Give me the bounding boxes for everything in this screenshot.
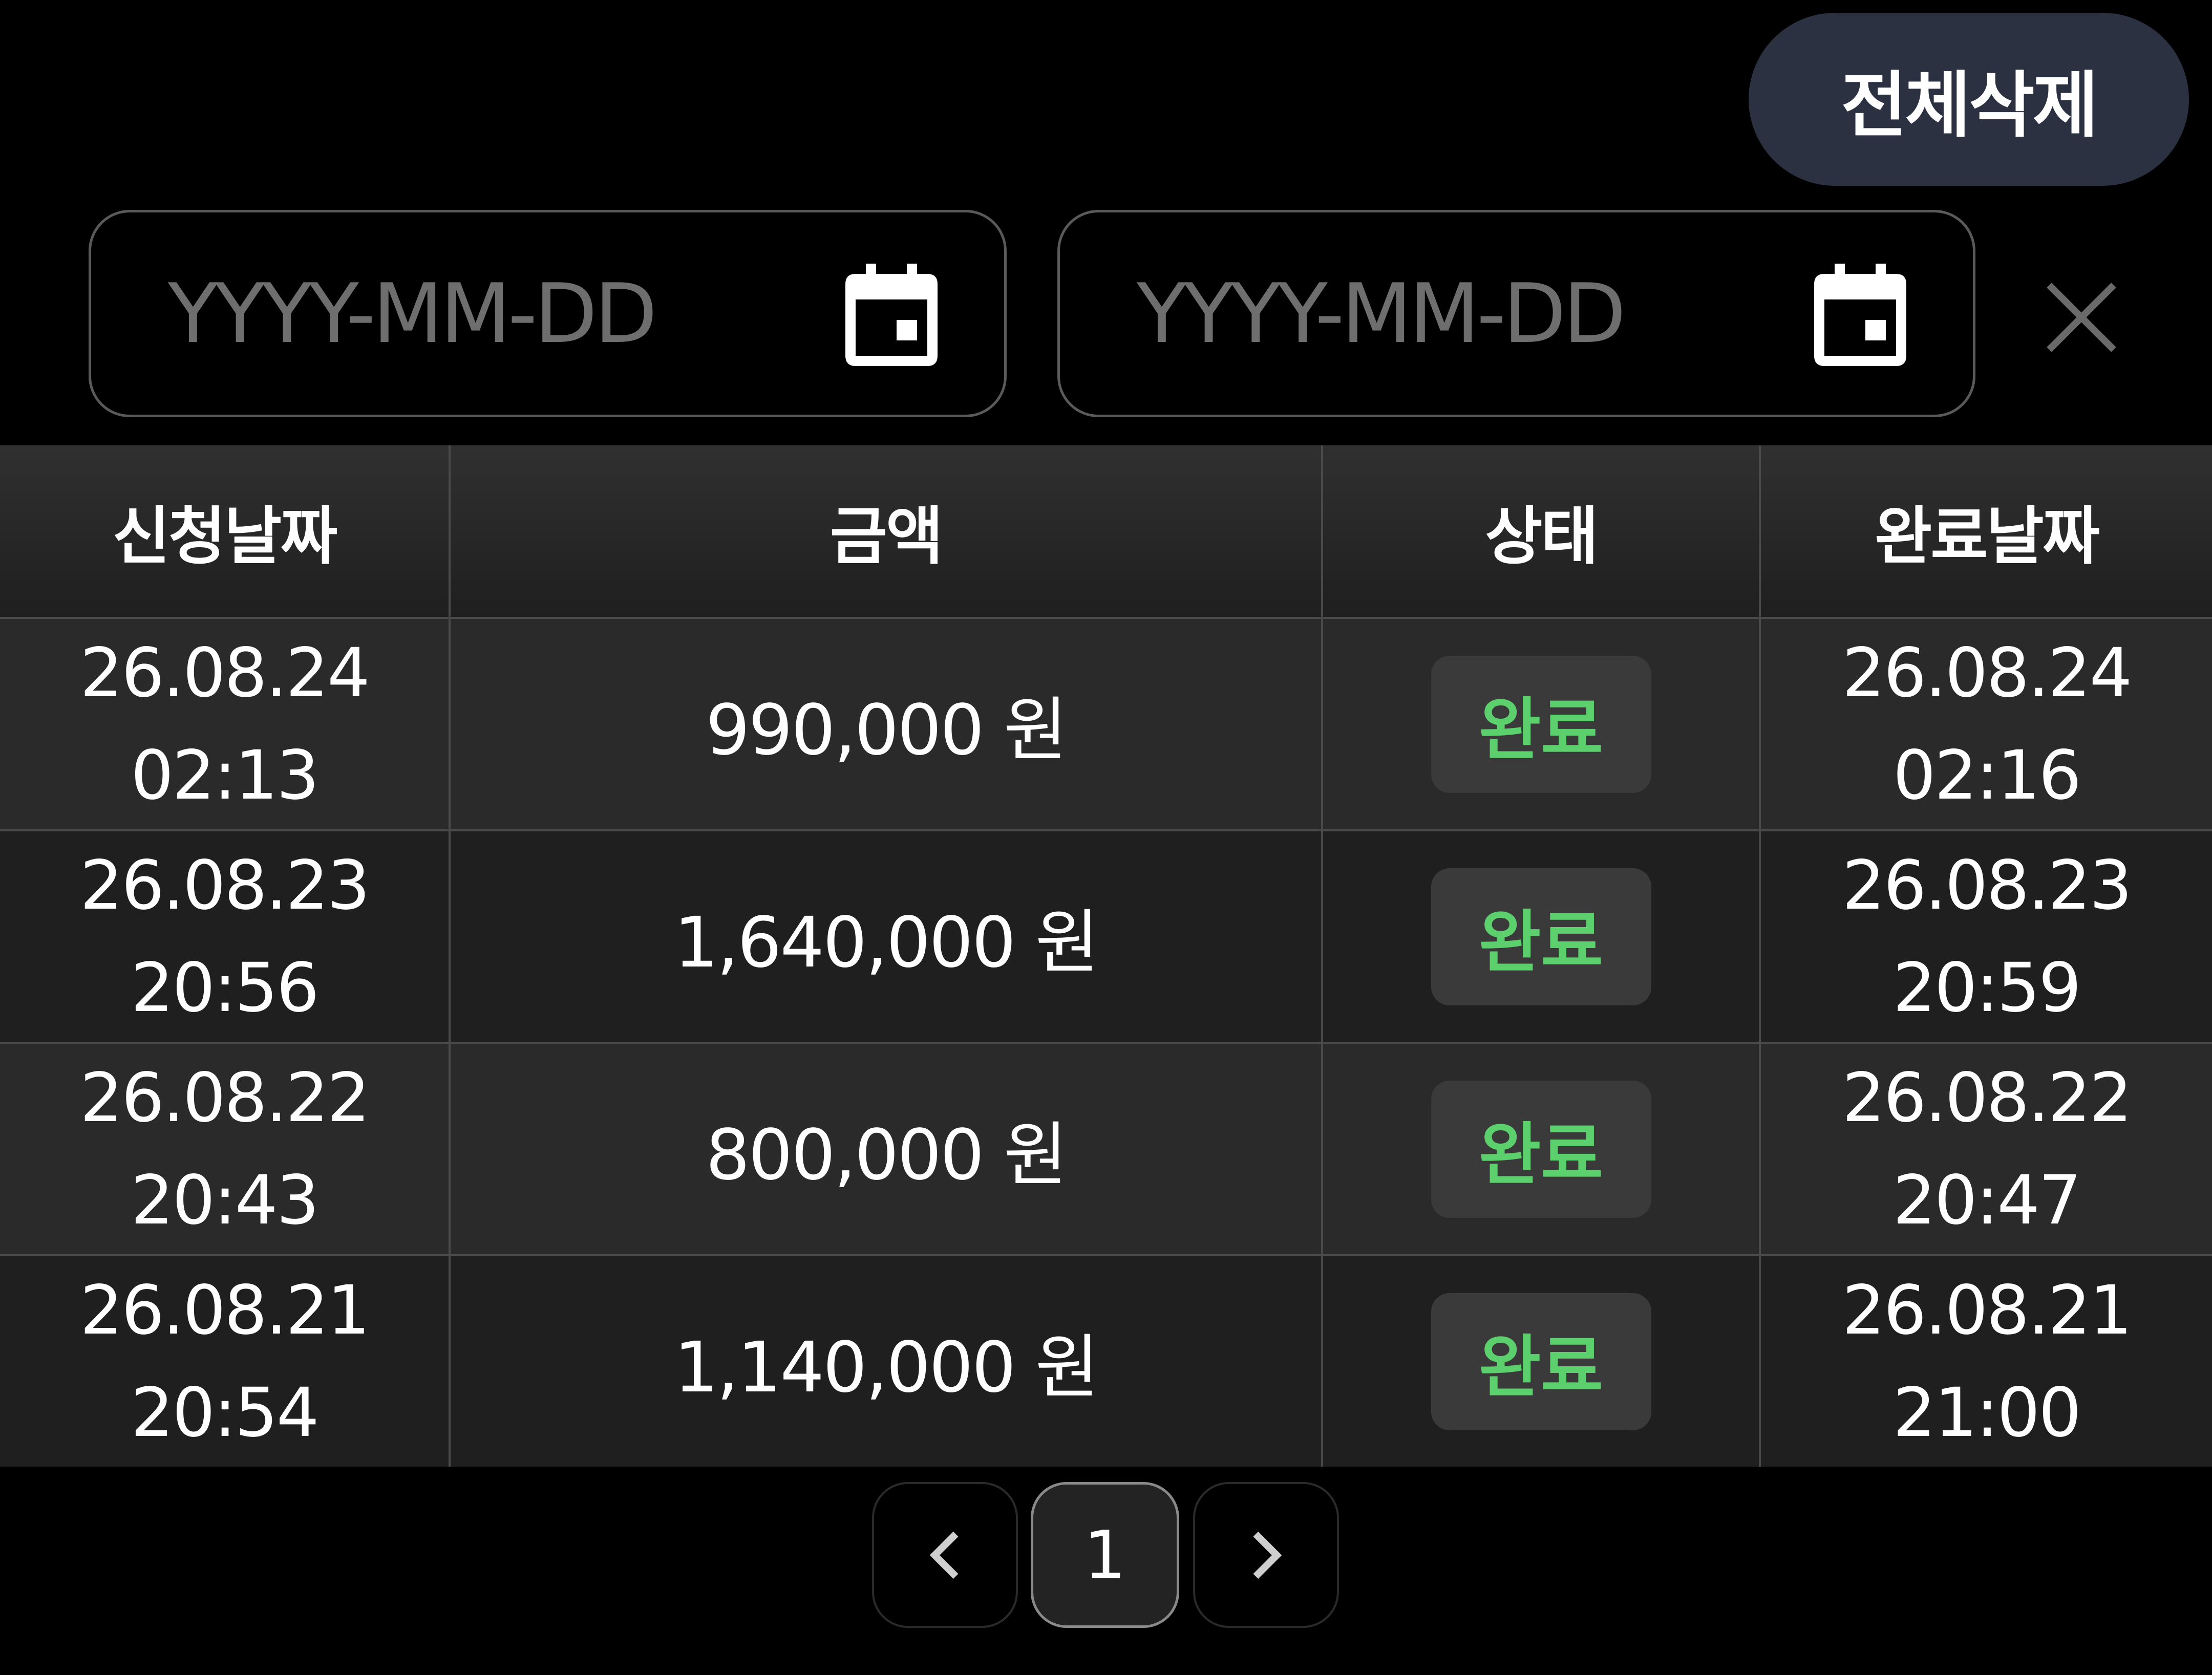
status-badge: 완료	[1431, 1293, 1651, 1430]
amount: 1,640,000 원	[451, 831, 1323, 1042]
complete-date: 26.08.24	[1842, 633, 2133, 713]
status-badge: 완료	[1431, 655, 1651, 793]
page-number-button[interactable]: 1	[1031, 1482, 1179, 1628]
delete-all-button[interactable]: 전체삭제	[1749, 13, 2189, 186]
amount: 1,140,000 원	[451, 1256, 1323, 1467]
request-date: 26.08.21	[80, 1271, 370, 1350]
status-badge: 완료	[1431, 1080, 1651, 1218]
request-time: 20:56	[131, 948, 319, 1027]
prev-page-button[interactable]	[872, 1482, 1018, 1628]
header-status: 상태	[1323, 445, 1761, 617]
end-date-input[interactable]	[1137, 266, 1802, 361]
request-date: 26.08.22	[80, 1058, 370, 1137]
request-datetime: 26.08.23 20:56	[0, 831, 451, 1042]
request-datetime: 26.08.22 20:43	[0, 1044, 451, 1254]
header-complete-date: 완료날짜	[1875, 500, 2100, 573]
complete-date: 26.08.21	[1842, 1271, 2133, 1350]
amount: 990,000 원	[451, 619, 1323, 829]
complete-date: 26.08.22	[1842, 1058, 2133, 1137]
status-cell: 완료	[1323, 1256, 1761, 1467]
status-cell: 완료	[1323, 619, 1761, 829]
withdrawal-history-page: 전체삭제 신청날짜 금액 상태 완료날짜 26.	[0, 0, 2212, 1675]
request-time: 02:13	[131, 736, 319, 815]
request-time: 20:43	[131, 1161, 319, 1240]
header-request-date: 신청날짜	[0, 445, 451, 617]
complete-time: 21:00	[1892, 1373, 2081, 1452]
table-header: 신청날짜 금액 상태 완료날짜	[0, 445, 2212, 617]
request-datetime: 26.08.24 02:13	[0, 619, 451, 829]
chevron-right-icon	[1253, 1531, 1282, 1579]
history-table: 신청날짜 금액 상태 완료날짜 26.08.24 02:13 990,000 원…	[0, 445, 2212, 1467]
start-date-input[interactable]	[168, 266, 834, 361]
chevron-left-icon	[929, 1531, 958, 1579]
next-page-button[interactable]	[1193, 1482, 1339, 1628]
start-date-field[interactable]	[89, 210, 1007, 417]
complete-time: 20:59	[1892, 948, 2081, 1027]
header-amount: 금액	[451, 445, 1323, 617]
complete-time: 02:16	[1892, 736, 2081, 815]
calendar-icon[interactable]	[1814, 264, 1906, 366]
request-datetime: 26.08.21 20:54	[0, 1256, 451, 1467]
amount: 800,000 원	[451, 1044, 1323, 1254]
request-date: 26.08.23	[80, 846, 370, 925]
end-date-field[interactable]	[1057, 210, 1975, 417]
calendar-icon[interactable]	[845, 264, 938, 366]
table-row: 26.08.24 02:13 990,000 원 완료 26.08.24 02:…	[0, 617, 2212, 829]
status-badge: 완료	[1431, 868, 1651, 1005]
complete-time: 20:47	[1892, 1161, 2081, 1240]
status-cell: 완료	[1323, 1044, 1761, 1254]
complete-datetime: 26.08.23 20:59	[1761, 831, 2212, 1042]
request-time: 20:54	[131, 1373, 319, 1452]
request-date: 26.08.24	[80, 633, 370, 713]
status-cell: 완료	[1323, 831, 1761, 1042]
close-icon[interactable]	[2043, 279, 2120, 356]
table-row: 26.08.22 20:43 800,000 원 완료 26.08.22 20:…	[0, 1042, 2212, 1254]
complete-datetime: 26.08.24 02:16	[1761, 619, 2212, 829]
complete-datetime: 26.08.22 20:47	[1761, 1044, 2212, 1254]
table-row: 26.08.23 20:56 1,640,000 원 완료 26.08.23 2…	[0, 829, 2212, 1042]
complete-date: 26.08.23	[1842, 846, 2133, 925]
complete-datetime: 26.08.21 21:00	[1761, 1256, 2212, 1467]
table-row: 26.08.21 20:54 1,140,000 원 완료 26.08.21 2…	[0, 1254, 2212, 1467]
